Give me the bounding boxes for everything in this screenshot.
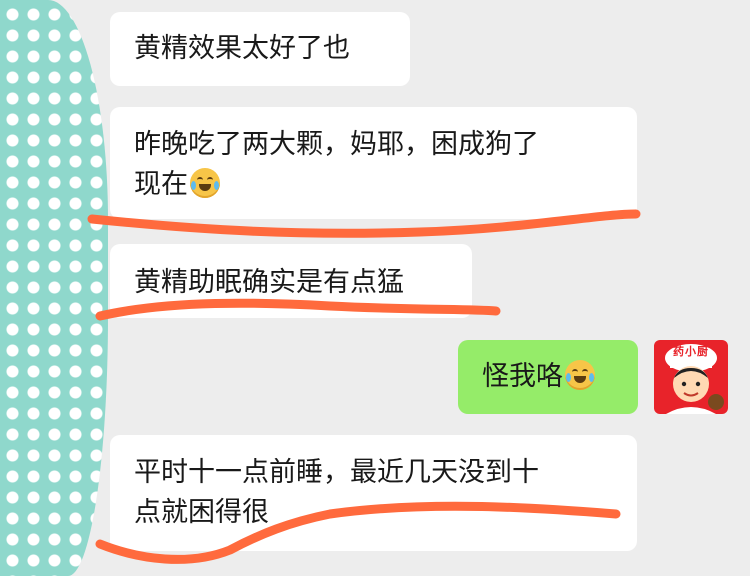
message-text-line-2: 点就困得很 [134, 497, 269, 528]
message-bubble[interactable]: 平时十一点前睡，最近几天没到十 点就困得很 [110, 435, 637, 551]
message-bubble[interactable]: 昨晚吃了两大颗，妈耶，困成狗了 现在 [110, 107, 637, 219]
message-text: 怪我咯 [482, 361, 563, 392]
message-bubble[interactable]: 黄精效果太好了也 [110, 12, 410, 86]
crying-emoji-icon [565, 360, 595, 390]
message-text-line-2: 现在 [134, 169, 188, 200]
message-text-line-1: 平时十一点前睡，最近几天没到十 [134, 457, 539, 488]
message-text: 黄精助眠确实是有点猛 [134, 267, 404, 298]
message-text-line-1: 昨晚吃了两大颗，妈耶，困成狗了 [134, 129, 539, 160]
outgoing-message-bubble[interactable]: 怪我咯 [458, 340, 638, 414]
contact-avatar-crop [0, 0, 108, 576]
message-bubble[interactable]: 黄精助眠确实是有点猛 [110, 244, 472, 318]
avatar[interactable]: 药小厨 [654, 340, 728, 414]
message-text: 黄精效果太好了也 [134, 33, 350, 64]
avatar-label: 药小厨 [673, 345, 709, 358]
laughing-crying-emoji-icon [190, 168, 220, 198]
